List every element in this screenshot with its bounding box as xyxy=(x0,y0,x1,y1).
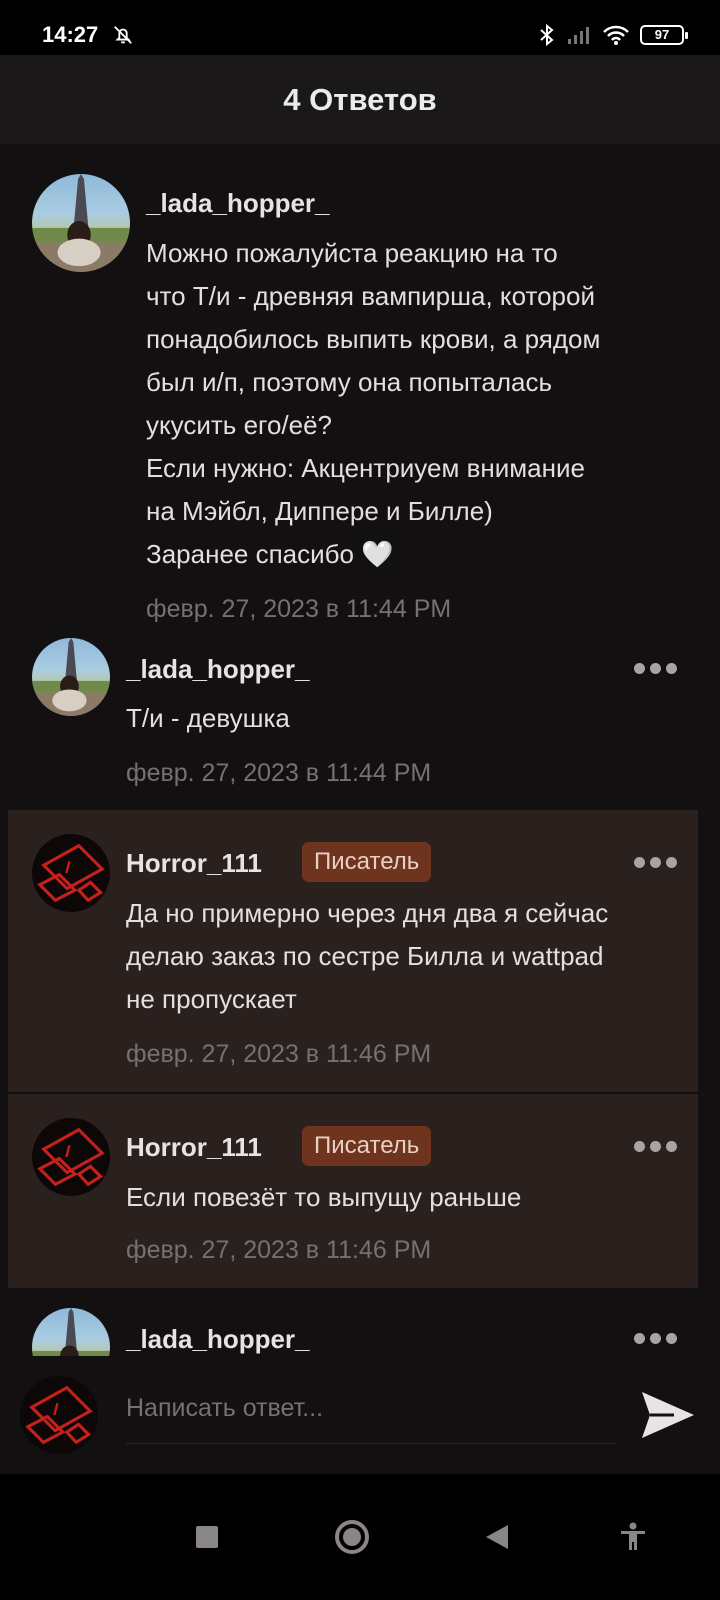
reply-timestamp: февр. 27, 2023 в 11:46 PM xyxy=(126,1040,432,1068)
recent-apps-button[interactable] xyxy=(182,1512,232,1562)
back-triangle-icon xyxy=(486,1525,508,1549)
reply-username[interactable]: _lada_hopper_ xyxy=(126,1324,310,1355)
more-dot xyxy=(633,1140,645,1152)
avatar[interactable] xyxy=(32,1118,110,1196)
more-dot xyxy=(633,856,645,868)
status-icons: 97 xyxy=(538,23,688,47)
more-dot xyxy=(633,662,645,674)
reply-line: не пропускает xyxy=(126,984,297,1014)
comment-line: укусить его/её? xyxy=(146,410,333,440)
current-user-avatar xyxy=(20,1376,98,1454)
reply-text: Да но примерно через дня два я сейчас де… xyxy=(126,892,686,1021)
reply-text: Если повезёт то выпущу раньше xyxy=(126,1176,686,1219)
more-options-button[interactable] xyxy=(632,852,678,872)
avatar[interactable] xyxy=(32,638,110,716)
more-dot xyxy=(633,1332,645,1344)
battery-indicator: 97 xyxy=(640,25,688,45)
square-icon xyxy=(196,1526,218,1548)
comment-line: что Т/и - древняя вампирша, которой xyxy=(146,281,595,311)
reply-item-highlighted: Horror_111 Писатель Да но примерно через… xyxy=(8,810,698,1092)
comment-text: Можно пожалуйста реакцию на то что Т/и -… xyxy=(146,232,686,576)
comment-line: был и/п, поэтому она попыталась xyxy=(146,367,553,397)
user-photo-icon xyxy=(32,174,130,272)
more-dot xyxy=(649,1140,661,1152)
more-dot xyxy=(665,856,677,868)
accessibility-icon xyxy=(621,1522,645,1550)
bell-off-icon xyxy=(114,26,132,44)
replies-header: 4 Ответов xyxy=(0,55,720,144)
main-comment: _lada_hopper_ Можно пожалуйста реакцию н… xyxy=(0,144,720,650)
reply-line: Т/и - девушка xyxy=(126,703,290,733)
reply-username[interactable]: Horror_111 xyxy=(126,1132,262,1163)
more-dot xyxy=(649,856,661,868)
reply-text: Т/и - девушка xyxy=(126,697,686,740)
send-icon[interactable] xyxy=(640,1388,696,1442)
more-dot xyxy=(665,1332,677,1344)
reply-line: делаю заказ по сестре Билла и wattpad xyxy=(126,941,604,971)
signal-icon xyxy=(568,27,589,44)
reply-username[interactable]: Horror_111 xyxy=(126,848,262,879)
comment-line: Заранее спасибо 🤍 xyxy=(146,539,394,569)
back-button[interactable] xyxy=(472,1512,522,1562)
reply-line: Да но примерно через дня два я сейчас xyxy=(126,898,609,928)
red-diamond-logo-icon xyxy=(25,1385,93,1445)
home-button[interactable] xyxy=(327,1512,377,1562)
comment-line: Если нужно: Акцентриуем внимание xyxy=(146,453,585,483)
accessibility-button[interactable] xyxy=(608,1512,658,1562)
more-dot xyxy=(665,1140,677,1152)
circle-icon xyxy=(335,1520,369,1554)
red-diamond-logo-icon xyxy=(37,1127,105,1187)
wifi-icon xyxy=(603,25,629,45)
avatar[interactable] xyxy=(32,174,130,272)
reply-timestamp: февр. 27, 2023 в 11:44 PM xyxy=(126,759,432,787)
avatar[interactable] xyxy=(32,834,110,912)
more-dot xyxy=(665,662,677,674)
comment-line: на Мэйбл, Диппере и Билле) xyxy=(146,496,493,526)
writer-badge: Писатель xyxy=(302,1126,432,1166)
reply-line: Если повезёт то выпущу раньше xyxy=(126,1182,522,1212)
red-diamond-logo-icon xyxy=(37,843,105,903)
status-bar: 14:27 97 xyxy=(0,0,720,55)
comment-line: понадобилось выпить крови, а рядом xyxy=(146,324,601,354)
system-navigation-bar xyxy=(0,1474,720,1600)
writer-badge: Писатель xyxy=(302,842,432,882)
reply-input-placeholder: Написать ответ... xyxy=(126,1394,324,1422)
reply-input[interactable]: Написать ответ... xyxy=(126,1394,616,1444)
more-options-button[interactable] xyxy=(632,658,678,678)
page-title: 4 Ответов xyxy=(283,81,437,117)
replies-list[interactable]: _lada_hopper_ Можно пожалуйста реакцию н… xyxy=(0,144,720,1384)
more-dot xyxy=(649,1332,661,1344)
reply-composer: Написать ответ... xyxy=(0,1356,720,1474)
bluetooth-icon xyxy=(540,24,554,46)
more-dot xyxy=(649,662,661,674)
more-options-button[interactable] xyxy=(632,1328,678,1348)
comment-line: Можно пожалуйста реакцию на то xyxy=(146,238,558,268)
reply-item-highlighted: Horror_111 Писатель Если повезёт то выпу… xyxy=(8,1094,698,1288)
reply-username[interactable]: _lada_hopper_ xyxy=(126,654,310,685)
more-options-button[interactable] xyxy=(632,1136,678,1156)
reply-timestamp: февр. 27, 2023 в 11:46 PM xyxy=(126,1236,432,1264)
comment-username[interactable]: _lada_hopper_ xyxy=(146,188,330,219)
status-time: 14:27 xyxy=(42,22,99,47)
comment-timestamp: февр. 27, 2023 в 11:44 PM xyxy=(146,595,452,623)
user-photo-icon xyxy=(32,638,110,716)
